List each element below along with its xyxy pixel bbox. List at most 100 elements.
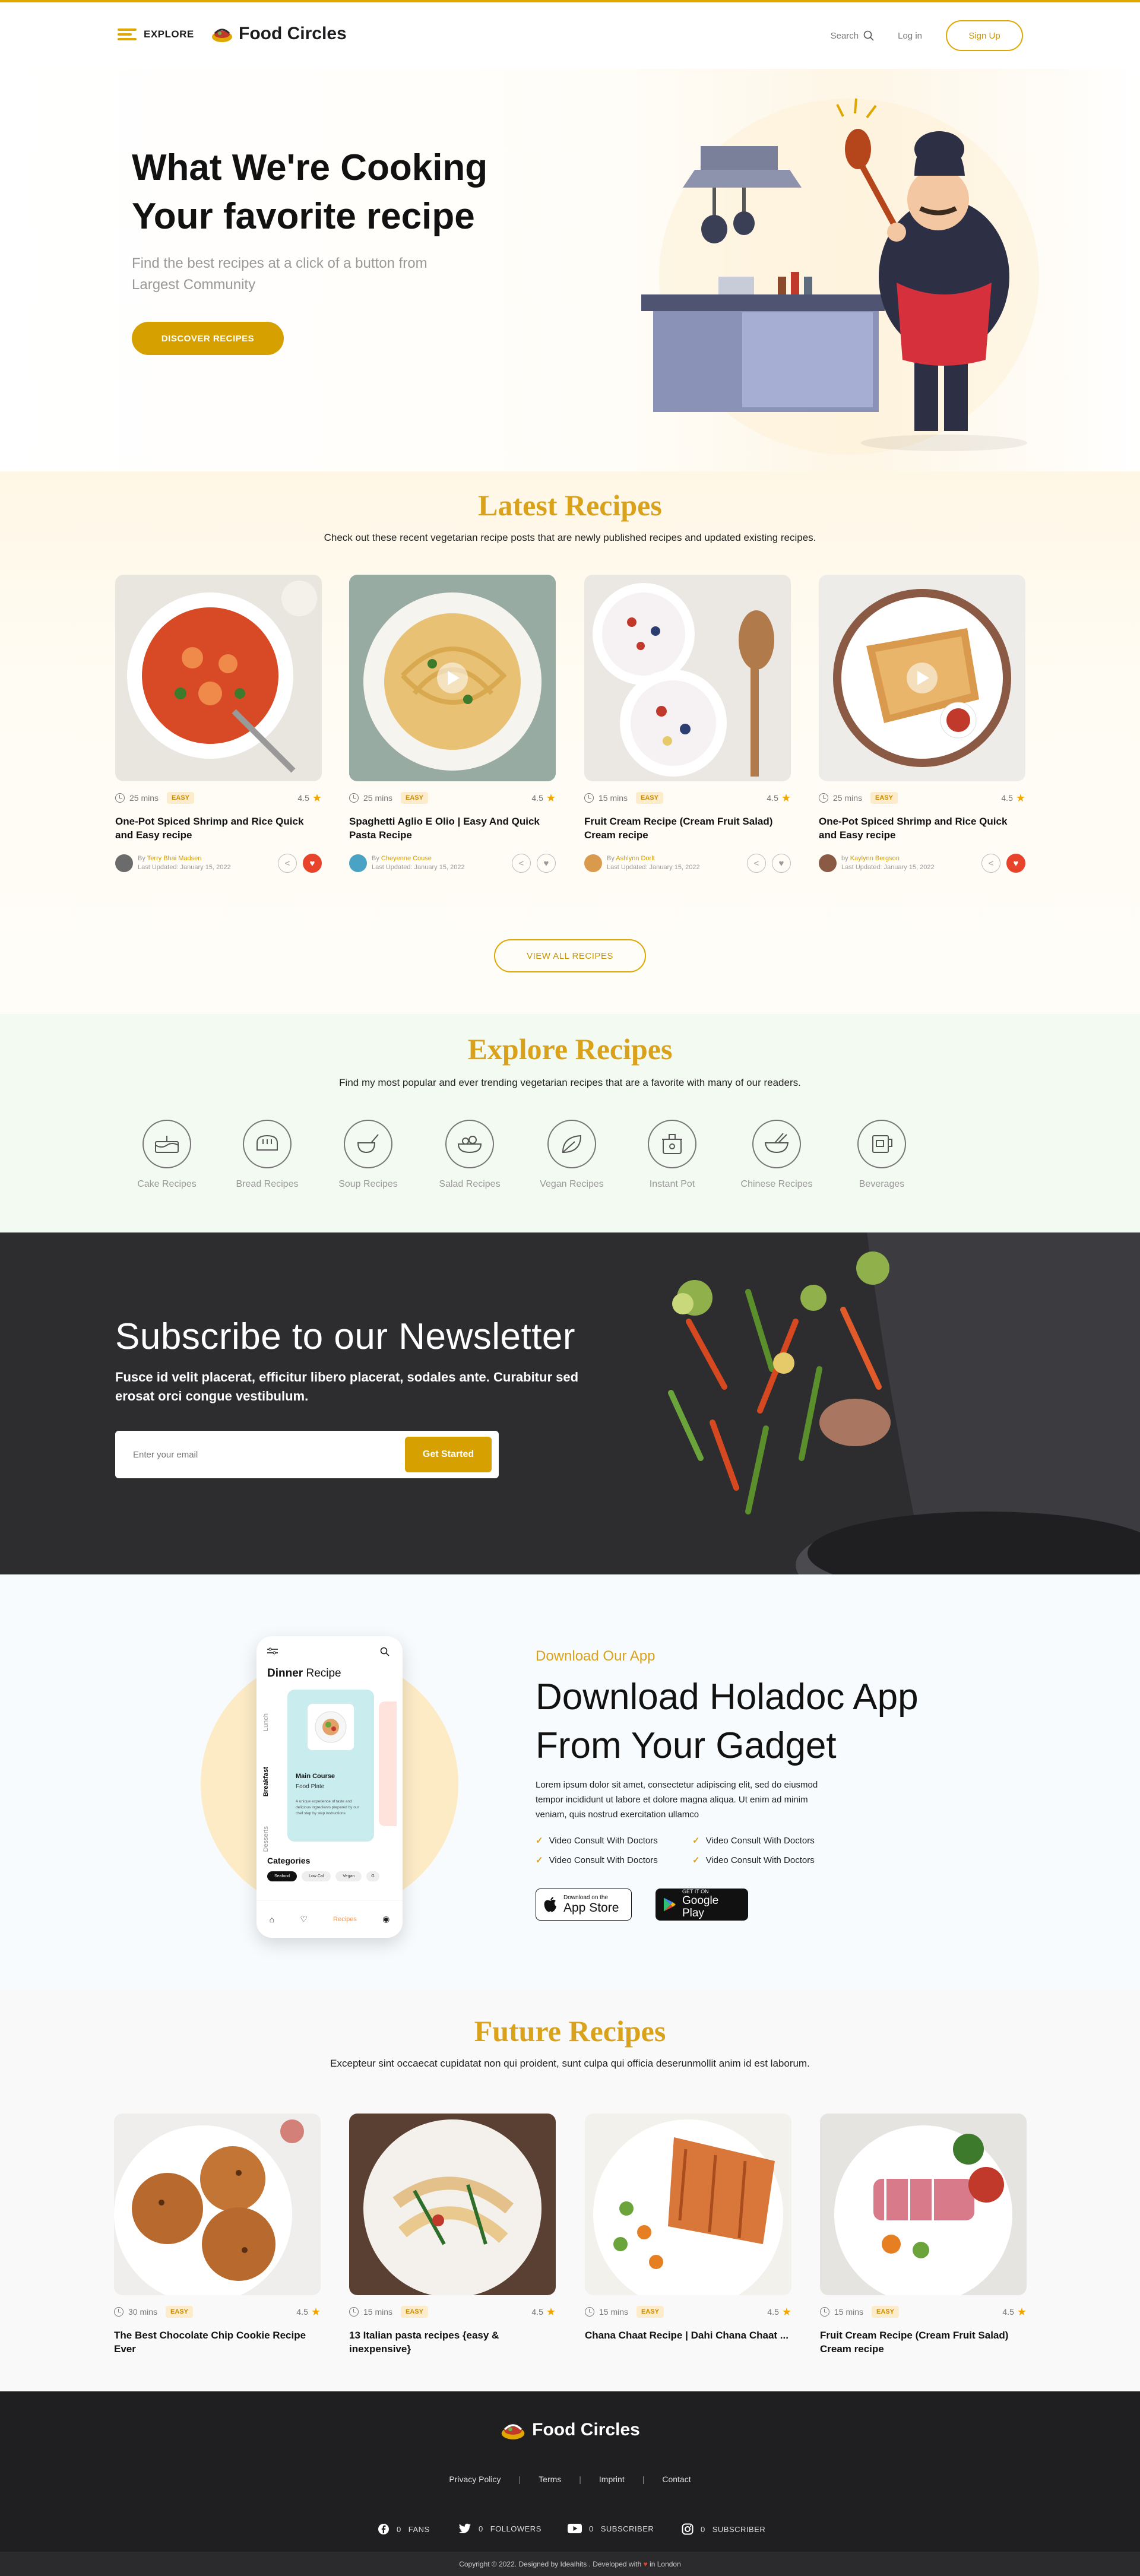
footer-link-imprint[interactable]: Imprint bbox=[599, 2474, 625, 2484]
recipe-photo[interactable] bbox=[115, 575, 322, 781]
heart-icon[interactable]: ♥ bbox=[537, 854, 556, 873]
social-facebook[interactable]: 0 FANS bbox=[378, 2523, 430, 2535]
recipe-photo[interactable] bbox=[584, 575, 791, 781]
star-icon: ★ bbox=[781, 2305, 791, 2318]
explore-title: Explore Recipes bbox=[467, 1032, 673, 1066]
share-icon[interactable]: < bbox=[512, 854, 531, 873]
phone-mockup: Dinner Recipe Lunch Breakfast Desserts M… bbox=[256, 1636, 403, 1938]
app-store-button[interactable]: Download on the App Store bbox=[536, 1889, 632, 1921]
wok-vegetables-photo bbox=[618, 1232, 1140, 1574]
recipe-author: By Cheyenne Couse Last Updated: January 1… bbox=[349, 853, 556, 874]
vegan-leaf-icon bbox=[547, 1120, 596, 1168]
social-twitter[interactable]: 0 FOLLOWERS bbox=[458, 2523, 542, 2534]
recipe-photo[interactable] bbox=[349, 575, 556, 781]
brand-logo[interactable]: Food Circles bbox=[211, 24, 347, 44]
recipe-photo[interactable] bbox=[819, 575, 1025, 781]
share-icon[interactable]: < bbox=[278, 854, 297, 873]
author-name[interactable]: Ashlynn Dorlt bbox=[616, 855, 654, 862]
view-all-recipes-button[interactable]: VIEW ALL RECIPES bbox=[494, 939, 646, 972]
recipe-card[interactable]: 15 mins EASY 4.5 ★ 13 Italian pasta recipes … bbox=[349, 2114, 556, 2356]
category-item[interactable]: Vegan Recipes bbox=[524, 1120, 619, 1190]
copyright-pre: Copyright © 2022. Designed by Idealhits … bbox=[459, 2559, 642, 2568]
search-label: Search bbox=[830, 30, 859, 41]
category-item[interactable]: Soup Recipes bbox=[321, 1120, 416, 1190]
rating: 4.5 ★ bbox=[531, 2306, 556, 2318]
category-item[interactable]: Instant Pot bbox=[625, 1120, 720, 1190]
recipe-title[interactable]: The Best Chocolate Chip Cookie Recipe Ev… bbox=[114, 2328, 321, 2356]
by-label: By bbox=[372, 855, 379, 862]
recipe-meta: 15 mins EASY 4.5 ★ bbox=[585, 2305, 791, 2319]
check-icon: ✓ bbox=[692, 1855, 700, 1865]
recipe-meta: 25 mins EASY 4.5 ★ bbox=[115, 791, 322, 805]
rating: 4.5 ★ bbox=[767, 792, 791, 804]
recipe-photo[interactable] bbox=[585, 2114, 791, 2295]
recipe-card[interactable]: 25 mins EASY 4.5 ★ One-Pot Spiced Shrimp and… bbox=[819, 575, 1025, 874]
avatar bbox=[115, 854, 133, 872]
recipe-time: 15 mins bbox=[834, 2307, 864, 2317]
author-name[interactable]: Terry Bhai Madsen bbox=[147, 855, 202, 862]
explore-menu-button[interactable]: EXPLORE bbox=[118, 28, 194, 40]
discover-recipes-button[interactable]: DISCOVER RECIPES bbox=[132, 322, 284, 355]
recipe-photo[interactable] bbox=[349, 2114, 556, 2295]
recipe-title[interactable]: Fruit Cream Recipe (Cream Fruit Salad) C… bbox=[584, 815, 791, 842]
phone-chip: G bbox=[366, 1871, 379, 1881]
recipe-card[interactable]: 25 mins EASY 4.5 ★ Spaghetti Aglio E Olio | … bbox=[349, 575, 556, 874]
author-name[interactable]: Kaylynn Bergson bbox=[850, 855, 900, 862]
home-icon: ⌂ bbox=[269, 1914, 275, 1924]
category-item[interactable]: Salad Recipes bbox=[422, 1120, 517, 1190]
footer-link-terms[interactable]: Terms bbox=[539, 2474, 561, 2484]
clock-icon bbox=[584, 793, 594, 803]
social-count: 0 bbox=[479, 2524, 483, 2533]
footer-logo[interactable]: Food Circles bbox=[0, 2420, 1140, 2440]
recipe-time: 15 mins bbox=[598, 793, 628, 803]
recipe-title[interactable]: Fruit Cream Recipe (Cream Fruit Salad) C… bbox=[820, 2328, 1027, 2356]
category-item[interactable]: Chinese Recipes bbox=[729, 1120, 824, 1190]
recipe-title[interactable]: 13 Italian pasta recipes {easy & inexpen… bbox=[349, 2328, 556, 2356]
recipe-card[interactable]: 15 mins EASY 4.5 ★ Fruit Cream Recipe (Cream… bbox=[820, 2114, 1027, 2356]
clock-icon bbox=[585, 2307, 594, 2317]
category-item[interactable]: Bread Recipes bbox=[220, 1120, 315, 1190]
google-play-button[interactable]: GET IT ON Google Play bbox=[656, 1889, 748, 1921]
check-icon: ✓ bbox=[536, 1855, 543, 1865]
recipe-title[interactable]: Chana Chaat Recipe | Dahi Chana Chaat ..… bbox=[585, 2328, 791, 2356]
category-item[interactable]: Cake Recipes bbox=[119, 1120, 214, 1190]
social-instagram[interactable]: 0 SUBSCRIBER bbox=[682, 2523, 765, 2535]
recipe-title[interactable]: Spaghetti Aglio E Olio | Easy And Quick … bbox=[349, 815, 556, 842]
recipe-photo[interactable] bbox=[114, 2114, 321, 2295]
phone-chip: Vegan bbox=[335, 1871, 362, 1881]
share-icon[interactable]: < bbox=[747, 854, 766, 873]
star-icon: ★ bbox=[1016, 2305, 1027, 2318]
heart-icon[interactable]: ♥ bbox=[772, 854, 791, 873]
recipe-photo[interactable] bbox=[820, 2114, 1027, 2295]
heart-icon[interactable]: ♥ bbox=[303, 854, 322, 873]
appstore-small-text: Download on the bbox=[563, 1894, 609, 1901]
difficulty-badge: EASY bbox=[636, 792, 663, 804]
recipe-card[interactable]: 25 mins EASY 4.5 ★ One-Pot Spiced Shrimp and… bbox=[115, 575, 322, 874]
filter-icon bbox=[267, 1647, 278, 1655]
search-button[interactable]: Search bbox=[831, 30, 875, 41]
social-label: SUBSCRIBER bbox=[600, 2524, 654, 2533]
recipe-card[interactable]: 30 mins EASY 4.5 ★ The Best Chocolate Chip C… bbox=[114, 2114, 321, 2356]
google-play-icon bbox=[663, 1897, 676, 1912]
phone-tab-lunch: Lunch bbox=[262, 1713, 270, 1731]
recipe-title[interactable]: One-Pot Spiced Shrimp and Rice Quick and… bbox=[115, 815, 322, 842]
social-count: 0 bbox=[589, 2524, 594, 2533]
social-youtube[interactable]: 0 SUBSCRIBER bbox=[568, 2523, 654, 2534]
phone-tab-breakfast: Breakfast bbox=[262, 1767, 270, 1797]
footer-link-contact[interactable]: Contact bbox=[662, 2474, 691, 2484]
get-started-button[interactable]: Get Started bbox=[405, 1437, 492, 1472]
phone-nav-recipes: Recipes bbox=[333, 1915, 357, 1923]
share-icon[interactable]: < bbox=[981, 854, 1000, 873]
footer-link-privacy[interactable]: Privacy Policy bbox=[449, 2474, 501, 2484]
email-input[interactable] bbox=[133, 1443, 359, 1466]
recipe-card[interactable]: 15 mins EASY 4.5 ★ Chana Chaat Recipe | Dahi… bbox=[585, 2114, 791, 2356]
recipe-card[interactable]: 15 mins EASY 4.5 ★ Fruit Cream Recipe (Cream… bbox=[584, 575, 791, 874]
author-name[interactable]: Cheyenne Couse bbox=[381, 855, 432, 862]
heart-icon[interactable]: ♥ bbox=[1006, 854, 1025, 873]
phone-heading-bold: Dinner bbox=[267, 1667, 303, 1680]
category-label: Vegan Recipes bbox=[540, 1179, 604, 1189]
login-link[interactable]: Log in bbox=[898, 31, 922, 41]
category-item[interactable]: Beverages bbox=[834, 1120, 929, 1190]
recipe-title[interactable]: One-Pot Spiced Shrimp and Rice Quick and… bbox=[819, 815, 1025, 842]
signup-button[interactable]: Sign Up bbox=[946, 20, 1023, 51]
